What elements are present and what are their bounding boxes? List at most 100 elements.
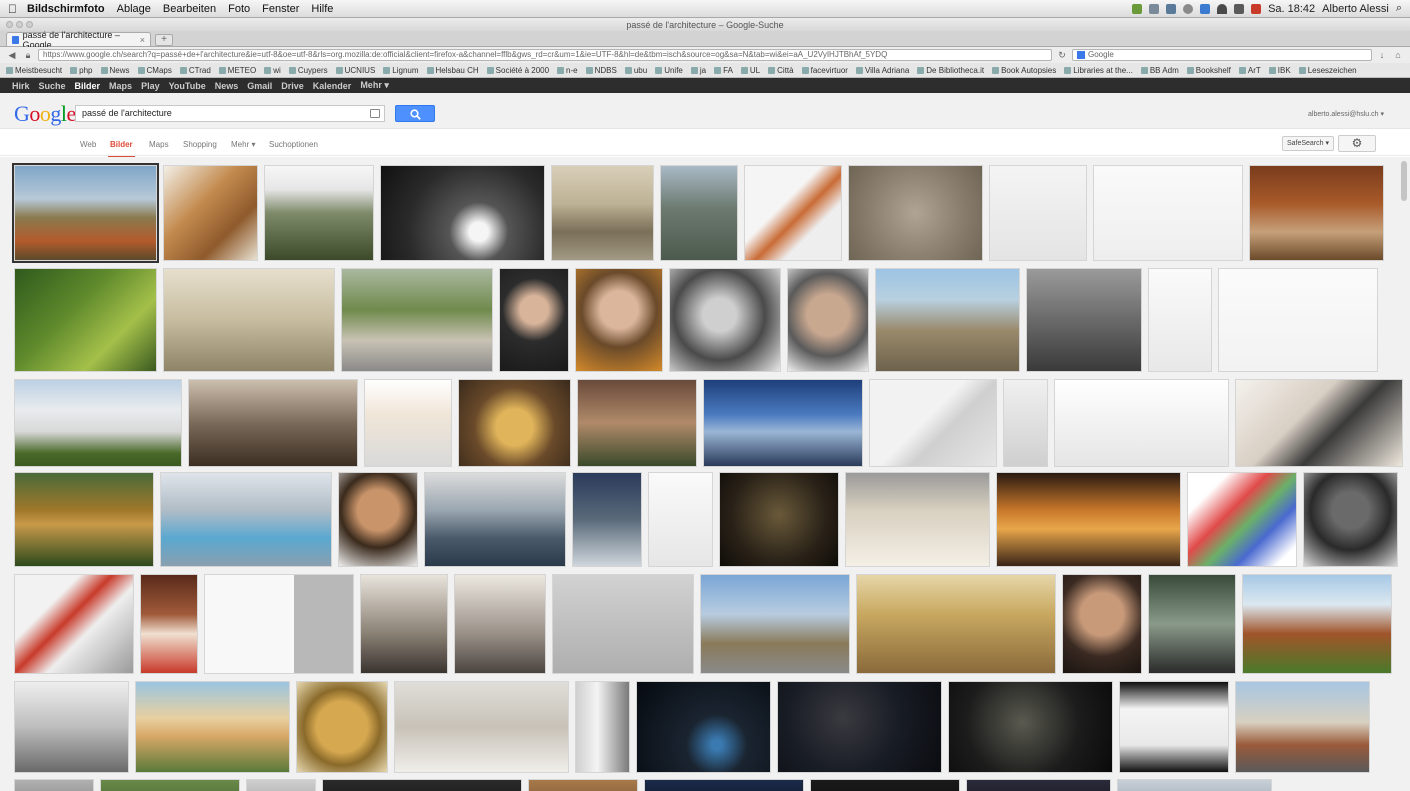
image-result-thumbnail[interactable]	[552, 574, 694, 674]
gbar-item[interactable]: YouTube	[169, 81, 206, 91]
bookmark-item[interactable]: CTrad	[179, 66, 211, 75]
bookmark-item[interactable]: php	[70, 66, 93, 75]
bluetooth-icon[interactable]	[1200, 3, 1211, 14]
bookmark-item[interactable]: Book Autopsies	[992, 66, 1056, 75]
image-result-thumbnail[interactable]	[14, 779, 94, 791]
image-result-thumbnail[interactable]	[12, 163, 159, 263]
reload-icon[interactable]: ↻	[1056, 50, 1068, 61]
image-result-thumbnail[interactable]	[856, 574, 1056, 674]
image-result-thumbnail[interactable]	[14, 472, 154, 567]
image-result-thumbnail[interactable]	[1119, 681, 1229, 773]
image-result-thumbnail[interactable]	[848, 165, 983, 261]
search-input[interactable]: passé de l'architecture	[75, 105, 385, 122]
timemachine-icon[interactable]	[1183, 3, 1194, 14]
image-result-thumbnail[interactable]	[528, 779, 638, 791]
gbar-item[interactable]: Suche	[39, 81, 66, 91]
download-icon[interactable]: ↓	[1376, 50, 1388, 61]
gbar-item[interactable]: Maps	[109, 81, 132, 91]
image-result-thumbnail[interactable]	[1026, 268, 1142, 372]
lock-icon[interactable]: 🔒︎	[22, 50, 34, 61]
image-result-thumbnail[interactable]	[100, 779, 240, 791]
image-result-thumbnail[interactable]	[700, 574, 850, 674]
apple-menu-icon[interactable]: 	[8, 2, 17, 16]
image-result-thumbnail[interactable]	[1218, 268, 1378, 372]
image-result-thumbnail[interactable]	[669, 268, 781, 372]
bookmark-item[interactable]: Leseszeichen	[1298, 66, 1357, 75]
image-result-thumbnail[interactable]	[575, 268, 663, 372]
image-result-thumbnail[interactable]	[338, 472, 418, 567]
close-tab-icon[interactable]: ×	[140, 35, 145, 45]
tab-web[interactable]: Web	[80, 140, 96, 149]
image-result-thumbnail[interactable]	[380, 165, 545, 261]
menubar-clock[interactable]: Sa. 18:42	[1268, 3, 1315, 15]
menubar-user[interactable]: Alberto Alessi	[1322, 3, 1389, 15]
image-result-thumbnail[interactable]	[551, 165, 654, 261]
image-result-thumbnail[interactable]	[188, 379, 358, 467]
bookmark-item[interactable]: Société à 2000	[486, 66, 549, 75]
status-icon-1[interactable]	[1132, 3, 1143, 14]
gbar-item[interactable]: Hirk	[12, 81, 30, 91]
bookmark-item[interactable]: CMaps	[137, 66, 172, 75]
image-result-thumbnail[interactable]	[1235, 681, 1370, 773]
image-result-thumbnail[interactable]	[648, 472, 713, 567]
image-result-thumbnail[interactable]	[499, 268, 569, 372]
image-result-thumbnail[interactable]	[1148, 574, 1236, 674]
image-result-thumbnail[interactable]	[458, 379, 571, 467]
image-result-thumbnail[interactable]	[364, 379, 452, 467]
bookmark-item[interactable]: Meistbesucht	[6, 66, 62, 75]
image-result-thumbnail[interactable]	[777, 681, 942, 773]
image-result-thumbnail[interactable]	[703, 379, 863, 467]
user-account[interactable]: alberto.alessi@hslu.ch ▾	[1308, 110, 1384, 118]
image-result-thumbnail[interactable]	[1242, 574, 1392, 674]
menu-ablage[interactable]: Ablage	[117, 3, 151, 15]
keyboard-icon[interactable]	[370, 109, 380, 118]
bookmark-item[interactable]: ubu	[624, 66, 647, 75]
menu-hilfe[interactable]: Hilfe	[311, 3, 333, 15]
minimize-window-button[interactable]	[16, 21, 23, 28]
bookmark-item[interactable]: Unife	[655, 66, 683, 75]
bookmark-item[interactable]: Cuypers	[288, 66, 328, 75]
image-result-thumbnail[interactable]	[1062, 574, 1142, 674]
safesearch-button[interactable]: SafeSearch ▾	[1282, 136, 1334, 151]
image-result-thumbnail[interactable]	[264, 165, 374, 261]
tab-maps[interactable]: Maps	[149, 140, 169, 149]
gbar-item[interactable]: Gmail	[247, 81, 272, 91]
image-result-thumbnail[interactable]	[966, 779, 1111, 791]
gbar-item[interactable]: Drive	[281, 81, 304, 91]
status-icon-3[interactable]	[1166, 3, 1177, 14]
image-result-thumbnail[interactable]	[575, 681, 630, 773]
image-result-thumbnail[interactable]	[875, 268, 1020, 372]
image-result-thumbnail[interactable]	[1003, 379, 1048, 467]
bookmark-item[interactable]: ja	[690, 66, 706, 75]
tab-search-options[interactable]: Suchoptionen	[269, 140, 318, 149]
image-result-thumbnail[interactable]	[454, 574, 546, 674]
bookmark-item[interactable]: News	[100, 66, 130, 75]
image-result-thumbnail[interactable]	[719, 472, 839, 567]
url-bar[interactable]: https://www.google.ch/search?q=passé+de+…	[38, 49, 1052, 61]
gbar-item[interactable]: Play	[141, 81, 160, 91]
bookmark-item[interactable]: Bookshelf	[1186, 66, 1231, 75]
image-result-thumbnail[interactable]	[744, 165, 842, 261]
image-result-thumbnail[interactable]	[135, 681, 290, 773]
image-result-thumbnail[interactable]	[341, 268, 493, 372]
menu-fenster[interactable]: Fenster	[262, 3, 299, 15]
image-result-thumbnail[interactable]	[1148, 268, 1212, 372]
menu-foto[interactable]: Foto	[228, 3, 250, 15]
status-icon-2[interactable]	[1149, 3, 1160, 14]
image-result-thumbnail[interactable]	[360, 574, 448, 674]
image-result-thumbnail[interactable]	[204, 574, 354, 674]
browser-search-box[interactable]: Google	[1072, 49, 1372, 61]
image-result-thumbnail[interactable]	[14, 681, 129, 773]
image-result-thumbnail[interactable]	[246, 779, 316, 791]
spotlight-icon[interactable]: ⌕	[1396, 2, 1402, 15]
image-result-thumbnail[interactable]	[1187, 472, 1297, 567]
image-result-thumbnail[interactable]	[644, 779, 804, 791]
image-result-thumbnail[interactable]	[996, 472, 1181, 567]
image-result-thumbnail[interactable]	[296, 681, 388, 773]
image-result-thumbnail[interactable]	[1093, 165, 1243, 261]
google-logo[interactable]: Google	[14, 101, 76, 127]
image-result-thumbnail[interactable]	[948, 681, 1113, 773]
image-result-thumbnail[interactable]	[1303, 472, 1398, 567]
bookmark-item[interactable]: METEO	[218, 66, 256, 75]
browser-tab[interactable]: passé de l'architecture – Google... ×	[6, 30, 151, 50]
